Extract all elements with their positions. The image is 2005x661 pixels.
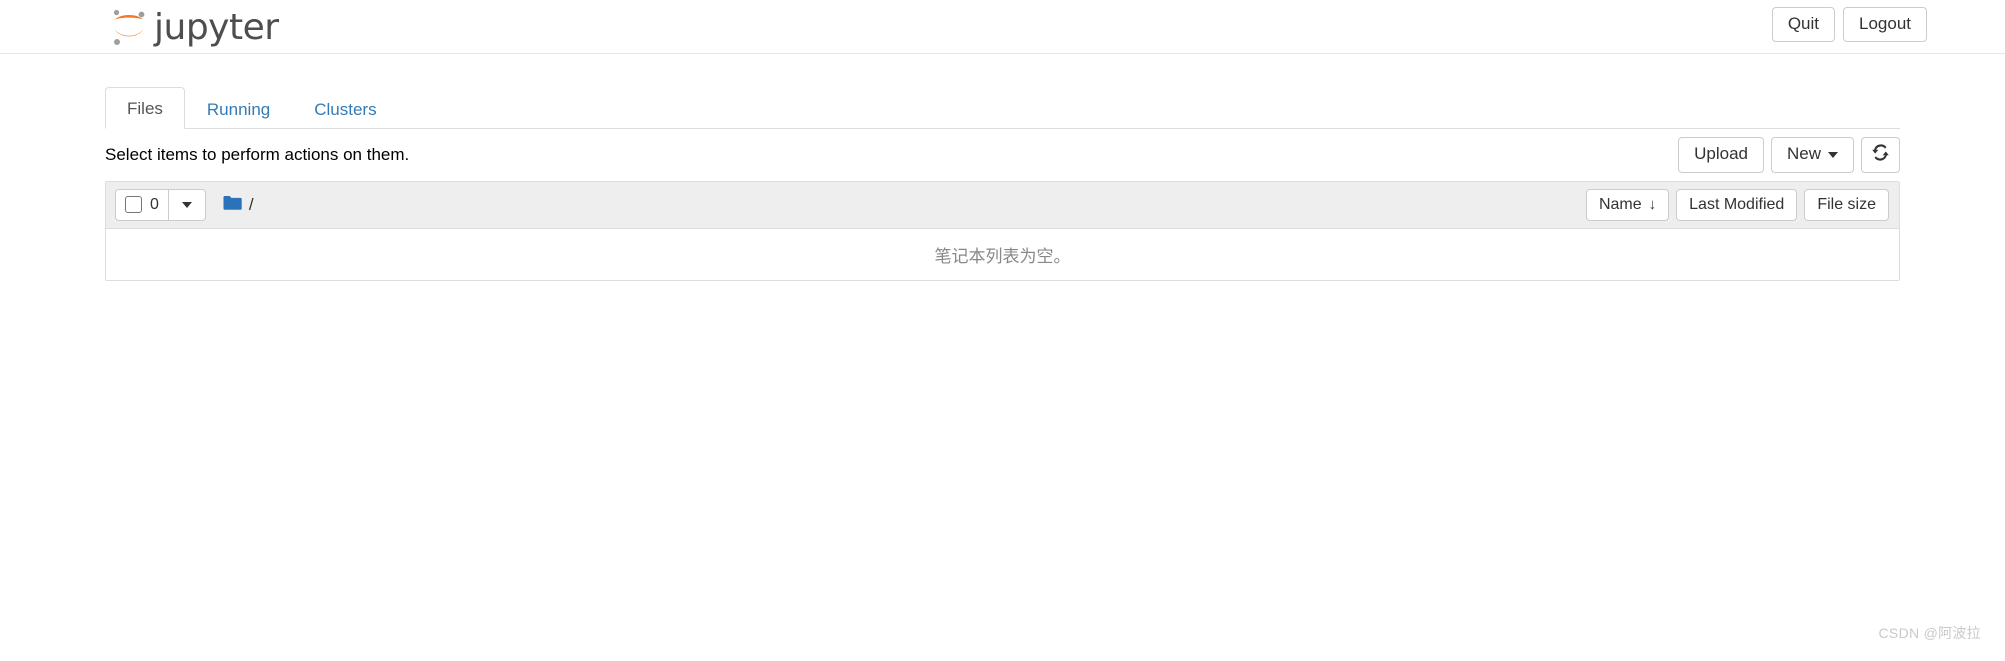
upload-button[interactable]: Upload (1678, 137, 1764, 173)
selection-hint: Select items to perform actions on them. (105, 145, 410, 164)
folder-icon[interactable] (223, 195, 242, 216)
page-header: jupyter Quit Logout (0, 0, 2005, 54)
tab-bar-container: Files Running Clusters (0, 87, 2005, 129)
quit-button[interactable]: Quit (1771, 7, 1835, 43)
chevron-down-icon (1828, 151, 1838, 158)
select-all-checkbox-button[interactable]: 0 (115, 188, 169, 222)
select-menu-button[interactable] (167, 188, 206, 222)
tab-clusters[interactable]: Clusters (292, 88, 398, 129)
breadcrumb-root-link[interactable]: / (249, 195, 254, 215)
jupyter-logo-icon (108, 6, 150, 48)
chevron-down-icon (181, 202, 192, 209)
file-list-toolbar: 0 / Name ↓ Last Modified File size (106, 182, 1899, 229)
sort-by-last-modified-button[interactable]: Last Modified (1676, 188, 1798, 222)
file-list: 0 / Name ↓ Last Modified File size 笔记本列表… (105, 181, 1900, 281)
jupyter-logo-text: jupyter (154, 7, 279, 48)
watermark: CSDN @阿波拉 (1878, 625, 1981, 641)
sort-buttons: Name ↓ Last Modified File size (1585, 188, 1889, 222)
sort-name-label: Name (1598, 195, 1642, 213)
select-all-group: 0 (115, 188, 206, 222)
jupyter-logo[interactable]: jupyter (108, 2, 279, 52)
tab-bar: Files Running Clusters (105, 87, 1900, 129)
tab-files[interactable]: Files (105, 87, 185, 129)
files-panel: Select items to perform actions on them.… (0, 129, 2005, 281)
action-bar: Select items to perform actions on them.… (105, 129, 1900, 181)
select-all-checkbox[interactable] (125, 196, 142, 214)
new-dropdown-button[interactable]: New (1770, 137, 1854, 173)
breadcrumb: / (223, 195, 254, 216)
arrow-down-icon: ↓ (1648, 195, 1657, 213)
header-actions: Quit Logout (1771, 7, 1927, 43)
new-dropdown-label: New (1786, 144, 1821, 164)
action-buttons: Upload New (1678, 137, 1900, 173)
empty-list-message: 笔记本列表为空。 (934, 247, 1071, 266)
sort-by-file-size-button[interactable]: File size (1804, 188, 1889, 222)
tab-running[interactable]: Running (185, 88, 292, 129)
logout-button[interactable]: Logout (1843, 7, 1927, 43)
refresh-icon (1872, 144, 1889, 166)
selected-count: 0 (150, 195, 159, 213)
file-list-empty-row: 笔记本列表为空。 (106, 229, 1899, 280)
refresh-button[interactable] (1861, 137, 1900, 173)
sort-by-name-button[interactable]: Name ↓ (1585, 188, 1670, 222)
